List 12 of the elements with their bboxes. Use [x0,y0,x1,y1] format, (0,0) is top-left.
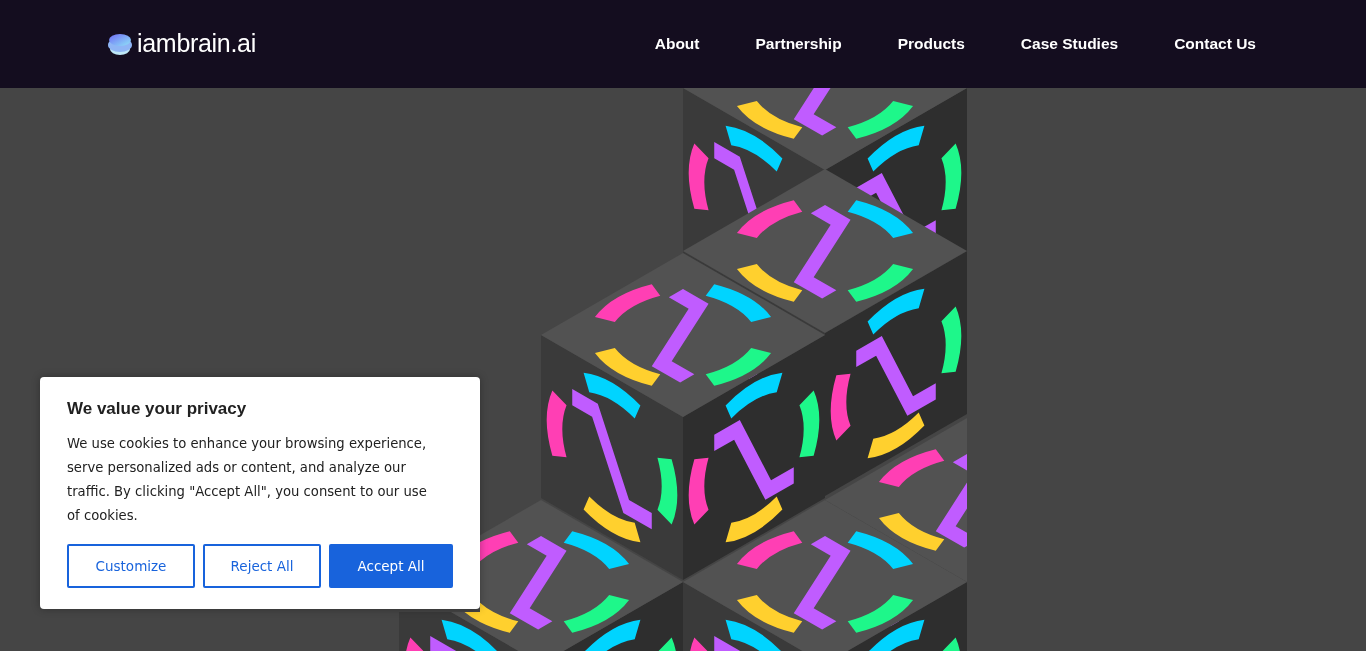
dialog-title: We value your privacy [67,399,248,420]
logo-icon [107,31,133,57]
consent-button[interactable]: Accept All [329,544,453,589]
consent-button[interactable]: Reject All [203,544,321,589]
nav-link[interactable]: Contact Us [1174,32,1256,56]
nav-link[interactable]: Partnership [755,32,842,56]
nav-link[interactable]: About [654,32,700,56]
consent-button[interactable]: Customize [67,544,195,589]
nav-link[interactable]: Products [897,32,965,56]
nav-link[interactable]: Case Studies [1020,32,1119,56]
consent-message: We use cookies to enhance your browsing experience, serve personalized ads or content, and analyze our traffic. By clicking "Accept All", you consent to our use of cookies. [67,435,428,526]
brand-name[interactable]: iambrain.ai [137,25,256,63]
